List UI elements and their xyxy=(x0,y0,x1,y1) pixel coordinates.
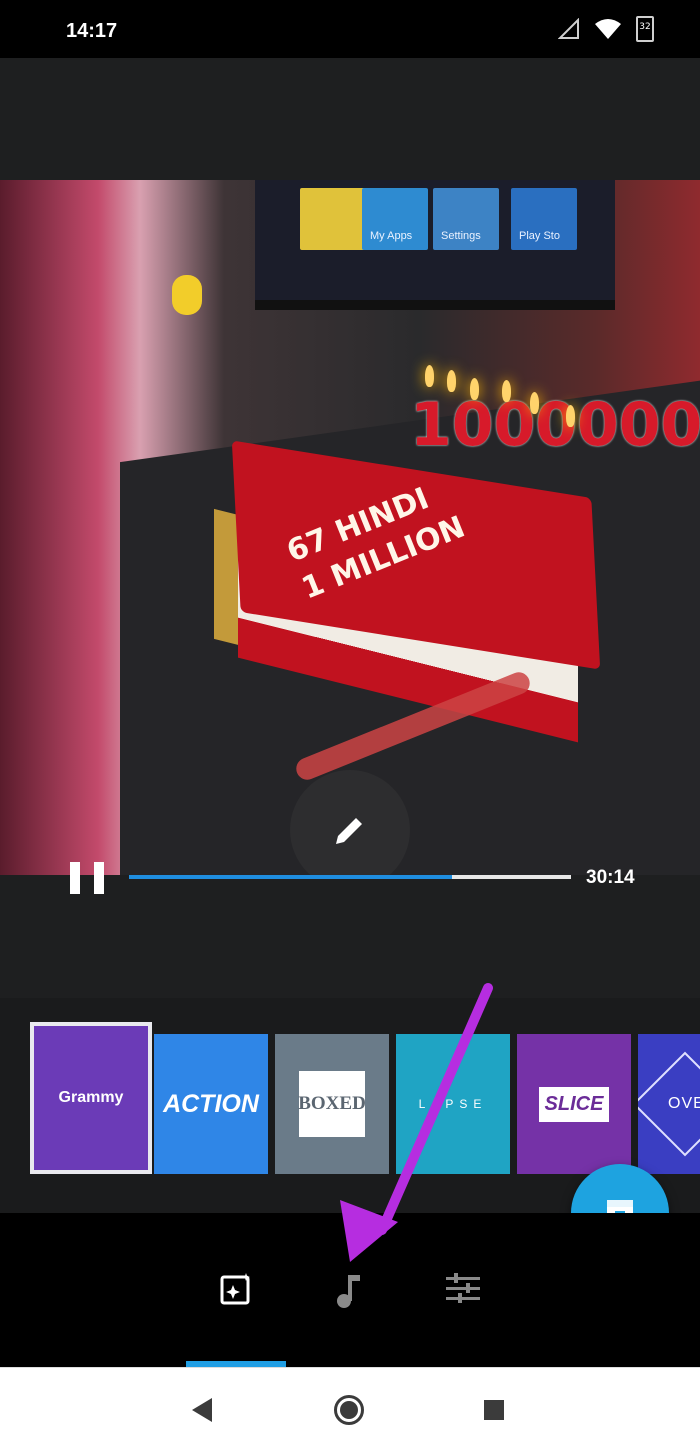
theme-label: SLICE xyxy=(538,1086,610,1122)
tv-tile xyxy=(300,188,366,250)
system-nav-bar xyxy=(0,1367,700,1455)
theme-over[interactable]: OVE xyxy=(638,1034,700,1174)
music-icon xyxy=(337,1275,360,1308)
filters-icon xyxy=(220,1273,250,1305)
pause-icon xyxy=(70,862,80,894)
wifi-icon xyxy=(595,19,621,39)
home-icon[interactable] xyxy=(334,1395,364,1425)
status-icons: 32 xyxy=(558,16,654,42)
theme-label: OVE xyxy=(668,1095,700,1112)
tv-screen: My Apps Settings Play Sto xyxy=(255,180,615,310)
pause-icon xyxy=(94,862,104,894)
status-bar: 14:17 32 xyxy=(0,0,700,58)
signal-icon xyxy=(558,18,579,39)
candle-flame xyxy=(530,392,539,414)
candle-flame xyxy=(470,378,479,400)
theme-grammy[interactable]: Grammy xyxy=(30,1022,152,1174)
tv-tile-label: My Apps xyxy=(370,230,413,242)
recents-icon[interactable] xyxy=(484,1400,504,1420)
pause-button[interactable] xyxy=(70,862,104,894)
minion-figure xyxy=(172,275,202,315)
tab-music[interactable] xyxy=(330,1271,370,1311)
battery-icon: 32 xyxy=(636,16,654,42)
tv-tile-play-store: Play Sto xyxy=(511,188,577,250)
tab-adjust[interactable] xyxy=(444,1271,484,1311)
candle-flame xyxy=(566,405,575,427)
tv-tile-label: Settings xyxy=(441,230,481,242)
candle-flame xyxy=(425,365,434,387)
theme-slice[interactable]: SLICE xyxy=(517,1034,631,1174)
status-time: 14:17 xyxy=(66,20,118,42)
pencil-icon xyxy=(336,818,362,844)
theme-label: Grammy xyxy=(58,1089,124,1106)
theme-label: BOXED xyxy=(298,1071,366,1137)
tv-tile-label: Play Sto xyxy=(519,230,560,242)
tab-bar xyxy=(0,1213,700,1367)
middle-spacer xyxy=(0,898,700,998)
tv-tile-my-apps: My Apps xyxy=(362,188,428,250)
time-label: 30:14 xyxy=(586,867,635,888)
battery-level: 32 xyxy=(639,22,651,32)
theme-label: ACTION xyxy=(163,1089,259,1118)
top-spacer xyxy=(0,58,700,180)
theme-boxed[interactable]: BOXED xyxy=(275,1034,389,1174)
theme-action[interactable]: ACTION xyxy=(154,1034,268,1174)
theme-lapse[interactable]: LAPSE xyxy=(396,1034,510,1174)
tv-tile-settings: Settings xyxy=(433,188,499,250)
theme-label: LAPSE xyxy=(418,1097,488,1111)
back-icon[interactable] xyxy=(192,1398,212,1422)
tab-themes[interactable] xyxy=(218,1271,258,1311)
adjust-icon xyxy=(446,1273,480,1303)
seek-bar[interactable] xyxy=(129,875,571,879)
seek-bar-progress xyxy=(129,875,452,879)
number-candles: 1000000 xyxy=(410,390,700,460)
candle-flame xyxy=(502,380,511,402)
video-preview[interactable]: My Apps Settings Play Sto 67 HINDI 1 MIL… xyxy=(0,180,700,875)
candle-flame xyxy=(447,370,456,392)
playback-bar: 30:14 xyxy=(0,858,700,898)
